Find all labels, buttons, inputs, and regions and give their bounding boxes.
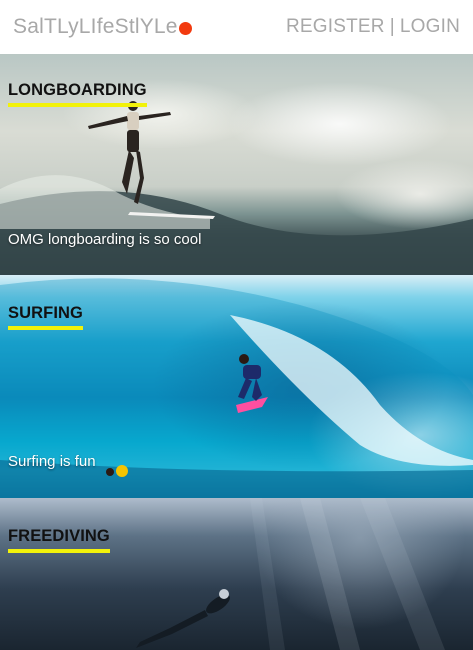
card-caption: Surfing is fun xyxy=(8,453,96,470)
card-title-text: LONGBOARDING xyxy=(8,81,147,99)
site-header: SalTLyLIfeStlYLe REGISTER | LOGIN xyxy=(0,0,473,54)
logo-dot-icon xyxy=(178,21,192,35)
auth-nav: REGISTER | LOGIN xyxy=(286,16,460,38)
card-freediving[interactable]: FREEDIVING xyxy=(0,498,473,650)
title-underline xyxy=(8,103,147,107)
site-logo-text: SalTLyLIfeStlYLe xyxy=(13,15,178,38)
freediving-scene-illustration xyxy=(136,498,445,650)
card-longboarding[interactable]: LONGBOARDING OMG longboarding is so cool xyxy=(0,54,473,275)
login-link[interactable]: LOGIN xyxy=(400,16,460,38)
title-underline xyxy=(8,326,83,330)
freediving-photo xyxy=(0,498,473,650)
title-underline xyxy=(8,549,110,553)
card-caption: OMG longboarding is so cool xyxy=(8,231,202,248)
card-title: SURFING xyxy=(8,304,83,334)
card-title: FREEDIVING xyxy=(8,527,110,557)
card-title: LONGBOARDING xyxy=(8,81,147,111)
card-title-text: FREEDIVING xyxy=(8,527,110,545)
card-title-text: SURFING xyxy=(8,304,83,322)
auth-separator: | xyxy=(389,16,395,37)
card-surfing[interactable]: SURFING Surfing is fun xyxy=(0,275,473,498)
register-link[interactable]: REGISTER xyxy=(286,16,385,38)
site-logo[interactable]: SalTLyLIfeStlYLe xyxy=(13,15,192,39)
